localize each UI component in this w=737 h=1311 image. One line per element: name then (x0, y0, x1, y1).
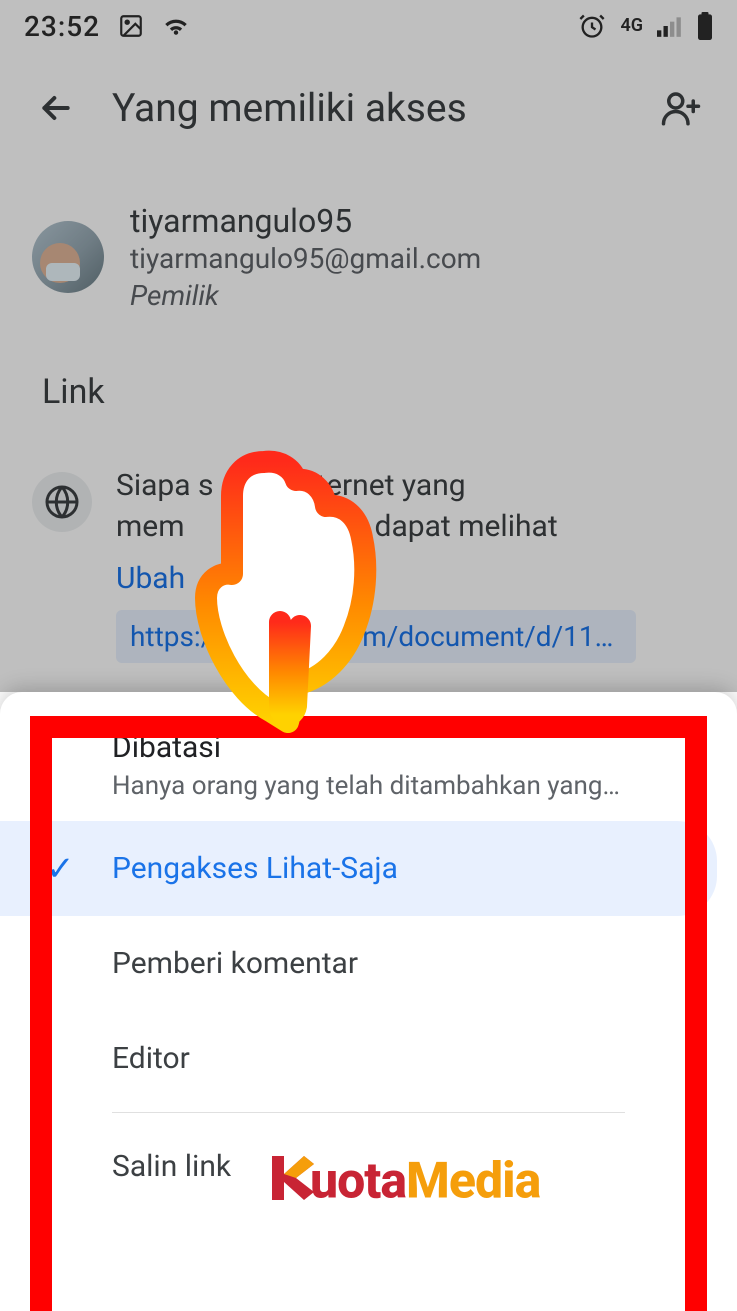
owner-email: tiyarmangulo95@gmail.com (130, 242, 481, 275)
sheet-option-viewer[interactable]: ✓ Pengakses Lihat-Saja (0, 821, 717, 916)
globe-icon (32, 472, 92, 532)
sheet-option-copy-link[interactable]: Salin link (0, 1119, 737, 1214)
sheet-option-commenter[interactable]: Pemberi komentar (0, 916, 737, 1011)
commenter-label: Pemberi komentar (112, 946, 358, 981)
image-icon (118, 13, 144, 39)
page-title: Yang memiliki akses (112, 85, 625, 131)
status-bar: 23:52 4G (0, 0, 737, 52)
network-label: 4G (620, 17, 643, 35)
battery-icon (697, 12, 713, 40)
clock: 23:52 (24, 10, 100, 43)
share-url-chip[interactable]: https:/m/document/d/11M... (116, 610, 636, 663)
back-button[interactable] (32, 84, 80, 132)
owner-role: Pemilik (130, 279, 481, 312)
change-link[interactable]: Ubah (116, 561, 705, 596)
app-bar: Yang memiliki akses (0, 58, 737, 158)
signal-icon (657, 15, 683, 37)
restricted-subtitle: Hanya orang yang telah ditambahkan yang … (112, 771, 625, 801)
copy-link-label: Salin link (112, 1149, 231, 1184)
editor-label: Editor (112, 1041, 190, 1076)
alarm-icon (578, 12, 606, 40)
add-person-button[interactable] (657, 84, 705, 132)
wifi-icon (162, 15, 190, 37)
restricted-title: Dibatasi (112, 730, 625, 765)
sheet-option-editor[interactable]: Editor (0, 1011, 737, 1106)
sheet-option-restricted[interactable]: Dibatasi Hanya orang yang telah ditambah… (0, 692, 737, 821)
viewer-label: Pengakses Lihat-Saja (112, 851, 398, 886)
owner-row: tiyarmangulo95 tiyarmangulo95@gmail.com … (0, 190, 737, 324)
divider (112, 1112, 625, 1113)
link-section-heading: Link (42, 372, 105, 412)
owner-name: tiyarmangulo95 (130, 202, 481, 240)
role-bottom-sheet: Dibatasi Hanya orang yang telah ditambah… (0, 692, 737, 1311)
check-icon: ✓ (46, 849, 75, 889)
link-row: Siapa saja di internet yang memdapat mel… (0, 456, 737, 673)
link-access-description: Siapa saja di internet yang memdapat mel… (116, 466, 705, 547)
avatar (32, 221, 104, 293)
